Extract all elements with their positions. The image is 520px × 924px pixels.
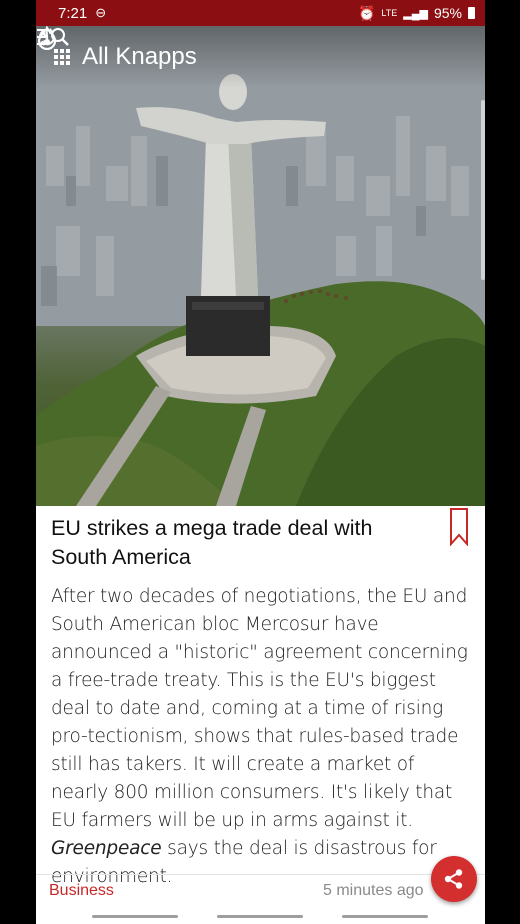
- network-type: LTE: [381, 8, 398, 18]
- article-image[interactable]: All Knapps: [36, 26, 485, 506]
- article-card[interactable]: All Knapps EU strikes a mega trade deal …: [36, 26, 485, 908]
- share-icon: [444, 869, 463, 889]
- article-headline[interactable]: EU strikes a mega trade deal with South …: [51, 514, 431, 572]
- battery-level: 95%: [433, 5, 462, 21]
- article-category[interactable]: Business: [49, 882, 114, 900]
- battery-icon: [468, 7, 475, 19]
- search-list-icon[interactable]: [37, 28, 471, 70]
- app-bar: All Knapps: [36, 26, 485, 88]
- share-button[interactable]: [431, 856, 477, 902]
- summary-main: After two decades of negotiations, the E…: [51, 586, 468, 831]
- side-scroll-handle[interactable]: [481, 100, 485, 280]
- christ-the-redeemer-photo: [36, 26, 485, 506]
- refresh-icon[interactable]: [38, 28, 427, 70]
- divider: [36, 874, 485, 875]
- status-time: 7:21: [58, 4, 88, 22]
- article-timestamp: 5 minutes ago: [323, 882, 424, 899]
- bookmark-icon[interactable]: [449, 508, 469, 551]
- minus-circle-icon: ⊖: [95, 5, 107, 20]
- summary-emphasis: Greenpeace: [51, 838, 162, 859]
- nav-pill-right[interactable]: [342, 915, 428, 918]
- fire-icon[interactable]: [37, 26, 383, 70]
- system-nav-bar: [36, 908, 485, 924]
- nav-pill-center[interactable]: [217, 915, 303, 918]
- app-title: All Knapps: [82, 43, 197, 70]
- status-bar: 7:21 ⊖ ⏰ LTE ▂▄▆ 95%: [36, 0, 485, 26]
- menu-grid-icon[interactable]: [54, 49, 70, 65]
- nav-pill-left[interactable]: [92, 915, 178, 918]
- article-summary: After two decades of negotiations, the E…: [51, 583, 476, 891]
- alarm-icon: ⏰: [357, 4, 376, 21]
- signal-icon: ▂▄▆: [403, 7, 428, 20]
